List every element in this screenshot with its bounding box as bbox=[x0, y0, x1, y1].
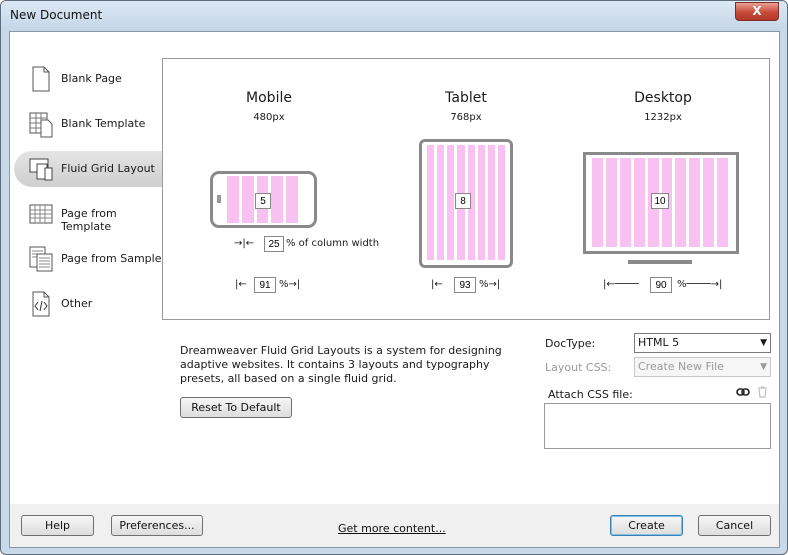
tablet-width: 768px bbox=[450, 112, 482, 123]
layout-css-label: Layout CSS: bbox=[545, 361, 612, 374]
trash-icon[interactable] bbox=[757, 386, 768, 398]
tablet-width-input[interactable] bbox=[454, 277, 476, 293]
get-more-content-link[interactable]: Get more content... bbox=[338, 522, 446, 535]
sidebar-item-other[interactable]: Other bbox=[14, 286, 162, 322]
dialog-body: Blank Page Blank Template Fluid Grid Lay… bbox=[9, 31, 780, 505]
mobile-title: Mobile bbox=[246, 90, 292, 106]
chevron-down-icon: ▼ bbox=[760, 338, 767, 348]
arrow-right-icon: →|← bbox=[234, 238, 255, 249]
fluid-grid-icon bbox=[29, 158, 53, 181]
reset-to-default-button[interactable]: Reset To Default bbox=[180, 397, 292, 418]
sidebar-item-page-from-template[interactable]: Page from Template bbox=[14, 196, 162, 233]
desktop-width-input[interactable] bbox=[650, 277, 672, 293]
desktop-title: Desktop bbox=[634, 90, 692, 106]
tablet-width-arrows: |← bbox=[431, 279, 443, 290]
page-from-sample-icon bbox=[29, 246, 53, 272]
mobile-columns-input[interactable] bbox=[255, 193, 271, 209]
title-bar: New Document X bbox=[1, 1, 787, 31]
desktop-stand bbox=[628, 260, 692, 264]
mobile-width-arrows: |← bbox=[235, 279, 247, 290]
other-code-icon bbox=[32, 291, 50, 317]
tablet-columns-input[interactable] bbox=[455, 193, 471, 209]
new-document-dialog: New Document X Blank Page Blank Template bbox=[0, 0, 788, 555]
page-from-template-icon bbox=[29, 204, 53, 224]
doctype-label: DocType: bbox=[545, 337, 596, 350]
mobile-gutter-row: →|← bbox=[234, 238, 254, 249]
attach-css-list[interactable] bbox=[544, 403, 771, 449]
sidebar-item-blank-page[interactable]: Blank Page bbox=[14, 61, 162, 97]
window-title: New Document bbox=[10, 8, 103, 22]
close-icon: X bbox=[752, 4, 762, 18]
fluid-grid-description: Dreamweaver Fluid Grid Layouts is a syst… bbox=[180, 344, 502, 385]
mobile-gutter-input[interactable] bbox=[264, 236, 284, 252]
sidebar-item-label: Fluid Grid Layout bbox=[61, 162, 155, 175]
sidebar-item-page-from-sample[interactable]: Page from Sample bbox=[14, 241, 162, 277]
mobile-gutter-label: % of column width bbox=[286, 238, 380, 249]
blank-template-icon bbox=[29, 112, 53, 138]
tablet-pct-sign: %→| bbox=[479, 279, 501, 290]
sidebar-item-fluid-grid-layout[interactable]: Fluid Grid Layout bbox=[14, 151, 162, 187]
chevron-down-icon: ▼ bbox=[760, 362, 767, 372]
link-chain-icon[interactable] bbox=[736, 387, 750, 397]
sidebar-item-label: Page from Sample bbox=[61, 252, 162, 265]
desktop-columns-input[interactable] bbox=[651, 193, 669, 209]
attach-css-label: Attach CSS file: bbox=[548, 388, 633, 401]
close-button[interactable]: X bbox=[735, 2, 779, 21]
layout-css-value: Create New File bbox=[638, 360, 724, 373]
desktop-pct-sign: %────→| bbox=[677, 279, 723, 290]
help-button[interactable]: Help bbox=[21, 515, 94, 536]
cancel-button[interactable]: Cancel bbox=[698, 515, 771, 536]
layout-css-select[interactable]: Create New File ▼ bbox=[634, 357, 771, 377]
blank-page-icon bbox=[32, 66, 50, 92]
sidebar-item-label: Page from Template bbox=[61, 207, 117, 233]
sidebar-item-label: Blank Template bbox=[61, 117, 146, 130]
sidebar-item-blank-template[interactable]: Blank Template bbox=[14, 106, 162, 142]
mobile-pct-sign: %→| bbox=[279, 279, 301, 290]
sidebar-item-label: Blank Page bbox=[61, 72, 122, 85]
layout-preview-panel: Mobile 480px →|← % of column width |← %→… bbox=[162, 58, 770, 320]
mobile-width-input[interactable] bbox=[254, 277, 276, 293]
desktop-width: 1232px bbox=[644, 112, 682, 123]
tablet-title: Tablet bbox=[445, 90, 487, 106]
mobile-home-button bbox=[217, 195, 221, 203]
doctype-select[interactable]: HTML 5 ▼ bbox=[634, 333, 771, 353]
preferences-button[interactable]: Preferences... bbox=[111, 515, 203, 536]
create-button[interactable]: Create bbox=[610, 515, 683, 536]
mobile-width: 480px bbox=[253, 112, 285, 123]
doctype-value: HTML 5 bbox=[638, 336, 680, 349]
desktop-width-arrows: |←──── bbox=[603, 279, 639, 290]
sidebar-item-label: Other bbox=[61, 297, 93, 310]
